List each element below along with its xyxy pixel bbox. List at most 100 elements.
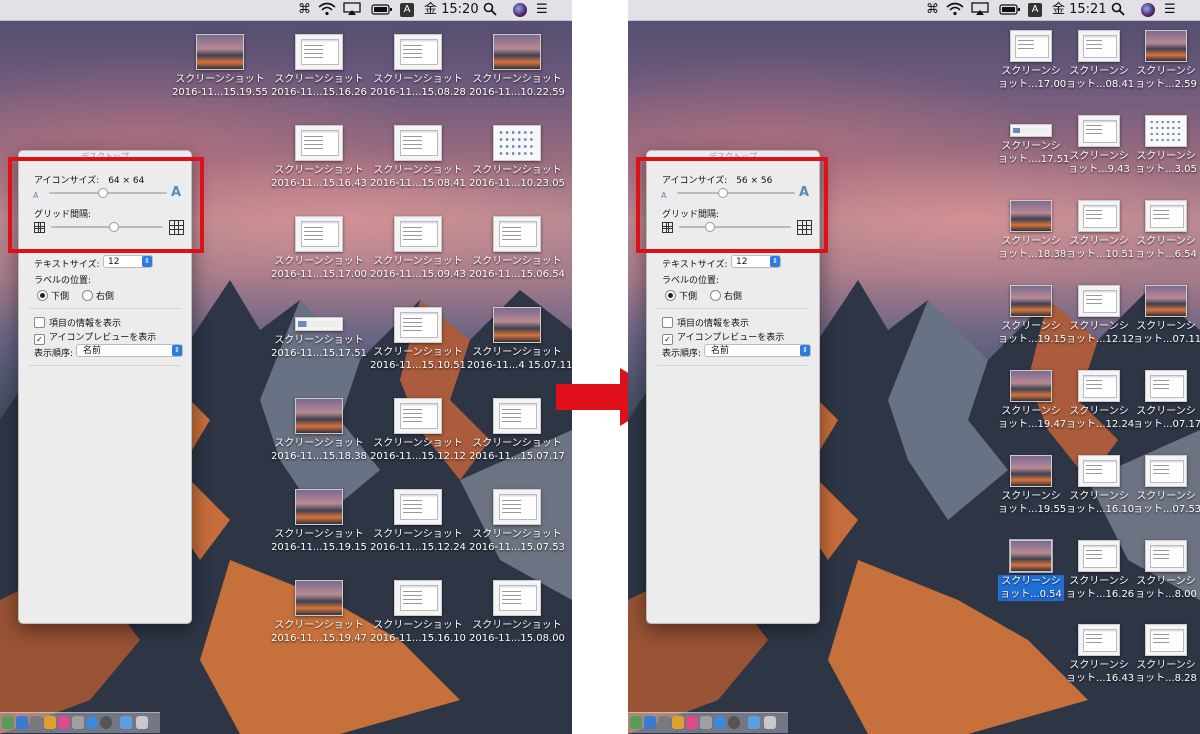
desktop-file-icon[interactable]: スクリーンシ ョット...6.54	[1133, 200, 1199, 261]
desktop-file-icon[interactable]: スクリーンショット 2016-11...10.23.05	[467, 125, 567, 190]
text-size-select[interactable]: 12 ⇕	[103, 255, 153, 268]
app-icon[interactable]	[658, 716, 670, 729]
desktop-file-icon[interactable]: スクリーンショット 2016-11...15.17.51	[269, 307, 369, 360]
desktop-file-icon[interactable]: スクリーンシ ョット...08.41	[1066, 30, 1134, 91]
show-icon-preview-checkbox[interactable]: ✓	[662, 334, 673, 345]
show-icon-preview-checkbox[interactable]: ✓	[34, 334, 45, 345]
radio-right[interactable]	[709, 290, 721, 301]
finder-icon[interactable]	[2, 716, 14, 729]
desktop-file-icon[interactable]: スクリーンショット 2016-11...15.08.00	[467, 580, 567, 645]
show-icon-preview-row[interactable]: ✓ アイコンプレビューを表示	[34, 330, 156, 345]
app-icon[interactable]	[644, 716, 656, 729]
desktop-file-icon[interactable]: スクリーンシ ョット...10.51	[1066, 200, 1134, 261]
input-source-icon[interactable]: A	[400, 3, 414, 17]
show-item-info-row[interactable]: 項目の情報を表示	[34, 316, 121, 329]
text-size-select[interactable]: 12 ⇕	[731, 255, 781, 268]
desktop-file-icon[interactable]: スクリーンショット 2016-11...15.19.15	[269, 489, 369, 554]
desktop-file-icon[interactable]: スクリーンショット 2016-11...15.17.00	[269, 216, 369, 281]
desktop-file-icon[interactable]: スクリーンショット 2016-11...4 15.07.11	[467, 307, 572, 372]
app-icon[interactable]	[44, 716, 56, 729]
folder-icon[interactable]	[120, 716, 132, 729]
notification-list-icon[interactable]: ☰	[1164, 2, 1176, 18]
show-icon-preview-row[interactable]: ✓ アイコンプレビューを表示	[662, 330, 784, 345]
desktop-file-icon[interactable]: スクリーンショット 2016-11...15.16.43	[269, 125, 369, 190]
folder-icon[interactable]	[748, 716, 760, 729]
notification-list-icon[interactable]: ☰	[536, 2, 548, 18]
desktop-file-icon[interactable]: スクリーンショット 2016-11...15.12.12	[368, 398, 468, 463]
app-icon[interactable]	[100, 716, 112, 729]
app-icon[interactable]	[714, 716, 726, 729]
desktop-file-icon[interactable]: スクリーンシ ョット...19.47	[998, 370, 1066, 431]
desktop-file-icon[interactable]: スクリーンショット 2016-11...15.10.51	[368, 307, 468, 372]
desktop-file-icon[interactable]: スクリーンシ ョット...19.15	[998, 285, 1066, 346]
desktop-file-icon[interactable]: スクリーンシ ョット...8.28	[1133, 624, 1199, 685]
command-icon[interactable]: ⌘	[298, 2, 311, 18]
show-item-info-checkbox[interactable]	[34, 317, 45, 328]
desktop-file-icon[interactable]: スクリーンシ ョット....17.51	[998, 115, 1069, 166]
desktop-file-icon[interactable]: スクリーンショット 2016-11...15.08.28	[368, 34, 468, 99]
airplay-icon[interactable]	[971, 2, 989, 18]
desktop-file-icon[interactable]: スクリーンショット 2016-11...15.06.54	[467, 216, 567, 281]
desktop-file-icon[interactable]: スクリーンショット 2016-11...15.16.26	[269, 34, 369, 99]
desktop-file-icon[interactable]: スクリーンシ ョット...8.00	[1133, 540, 1199, 601]
desktop-file-icon[interactable]: スクリーンシ ョット...07.11	[1133, 285, 1200, 346]
menu-clock[interactable]: 金 15:20	[424, 2, 479, 18]
siri-icon[interactable]	[513, 3, 527, 17]
desktop-file-icon[interactable]: スクリーンショット 2016-11...15.08.41	[368, 125, 468, 190]
wifi-icon[interactable]	[946, 2, 964, 18]
battery-icon[interactable]	[371, 2, 393, 18]
app-icon[interactable]	[672, 716, 684, 729]
app-icon[interactable]	[72, 716, 84, 729]
app-icon[interactable]	[30, 716, 42, 729]
desktop-file-icon[interactable]: スクリーンショット 2016-11...15.12.24	[368, 489, 468, 554]
desktop-file-icon[interactable]: スクリーンシ ョット...19.55	[998, 455, 1066, 516]
desktop-file-icon[interactable]: スクリーンシ ョット...12.12	[1066, 285, 1134, 346]
sort-by-select[interactable]: 名前 ⇕	[704, 344, 811, 357]
desktop-file-icon[interactable]: スクリーンシ ョット...0.54	[998, 539, 1064, 601]
desktop-file-icon[interactable]: スクリーンショット 2016-11...15.16.10	[368, 580, 468, 645]
menu-clock[interactable]: 金 15:21	[1052, 2, 1107, 18]
radio-right[interactable]	[81, 290, 93, 301]
search-icon[interactable]	[1111, 2, 1125, 18]
command-icon[interactable]: ⌘	[926, 2, 939, 18]
battery-icon[interactable]	[999, 2, 1021, 18]
desktop-file-icon[interactable]: スクリーンシ ョット...16.43	[1066, 624, 1134, 685]
desktop-file-icon[interactable]: スクリーンシ ョット...9.43	[1066, 115, 1132, 176]
radio-bottom[interactable]	[37, 290, 48, 301]
desktop-file-icon[interactable]: スクリーンショット 2016-11...15.09.43	[368, 216, 468, 281]
wifi-icon[interactable]	[318, 2, 336, 18]
finder-icon[interactable]	[630, 716, 642, 729]
desktop-file-icon[interactable]: スクリーンショット 2016-11...10.22.59	[467, 34, 567, 99]
desktop-file-icon[interactable]: スクリーンシ ョット...07.53	[1133, 455, 1200, 516]
desktop-file-icon[interactable]: スクリーンシ ョット...17.00	[998, 30, 1066, 91]
file-name-label: スクリーンシ ョット...08.41	[1066, 65, 1134, 91]
desktop-file-icon[interactable]: スクリーンシ ョット...16.10	[1066, 455, 1134, 516]
desktop-file-icon[interactable]: スクリーンシ ョット...07.17	[1133, 370, 1200, 431]
desktop-file-icon[interactable]: スクリーンショット 2016-11...15.07.53	[467, 489, 567, 554]
show-item-info-checkbox[interactable]	[662, 317, 673, 328]
app-icon[interactable]	[86, 716, 98, 729]
trash-icon[interactable]	[764, 716, 776, 729]
app-icon[interactable]	[686, 716, 698, 729]
desktop-file-icon[interactable]: スクリーンシ ョット...18.38	[998, 200, 1066, 261]
desktop-file-icon[interactable]: スクリーンシ ョット...16.26	[1066, 540, 1134, 601]
sort-by-select[interactable]: 名前 ⇕	[76, 344, 183, 357]
trash-icon[interactable]	[136, 716, 148, 729]
desktop-file-icon[interactable]: スクリーンシ ョット...12.24	[1066, 370, 1134, 431]
show-item-info-row[interactable]: 項目の情報を表示	[662, 316, 749, 329]
desktop-file-icon[interactable]: スクリーンショット 2016-11...15.07.17	[467, 398, 567, 463]
desktop-file-icon[interactable]: スクリーンショット 2016-11...15.18.38	[269, 398, 369, 463]
airplay-icon[interactable]	[343, 2, 361, 18]
desktop-file-icon[interactable]: スクリーンシ ョット...2.59	[1133, 30, 1199, 91]
app-icon[interactable]	[16, 716, 28, 729]
input-source-icon[interactable]: A	[1028, 3, 1042, 17]
siri-icon[interactable]	[1141, 3, 1155, 17]
app-icon[interactable]	[728, 716, 740, 729]
search-icon[interactable]	[483, 2, 497, 18]
desktop-file-icon[interactable]: スクリーンショット 2016-11...15.19.55	[170, 34, 270, 99]
desktop-file-icon[interactable]: スクリーンシ ョット...3.05	[1133, 115, 1199, 176]
radio-bottom[interactable]	[665, 290, 676, 301]
app-icon[interactable]	[58, 716, 70, 729]
app-icon[interactable]	[700, 716, 712, 729]
desktop-file-icon[interactable]: スクリーンショット 2016-11...15.19.47	[269, 580, 369, 645]
